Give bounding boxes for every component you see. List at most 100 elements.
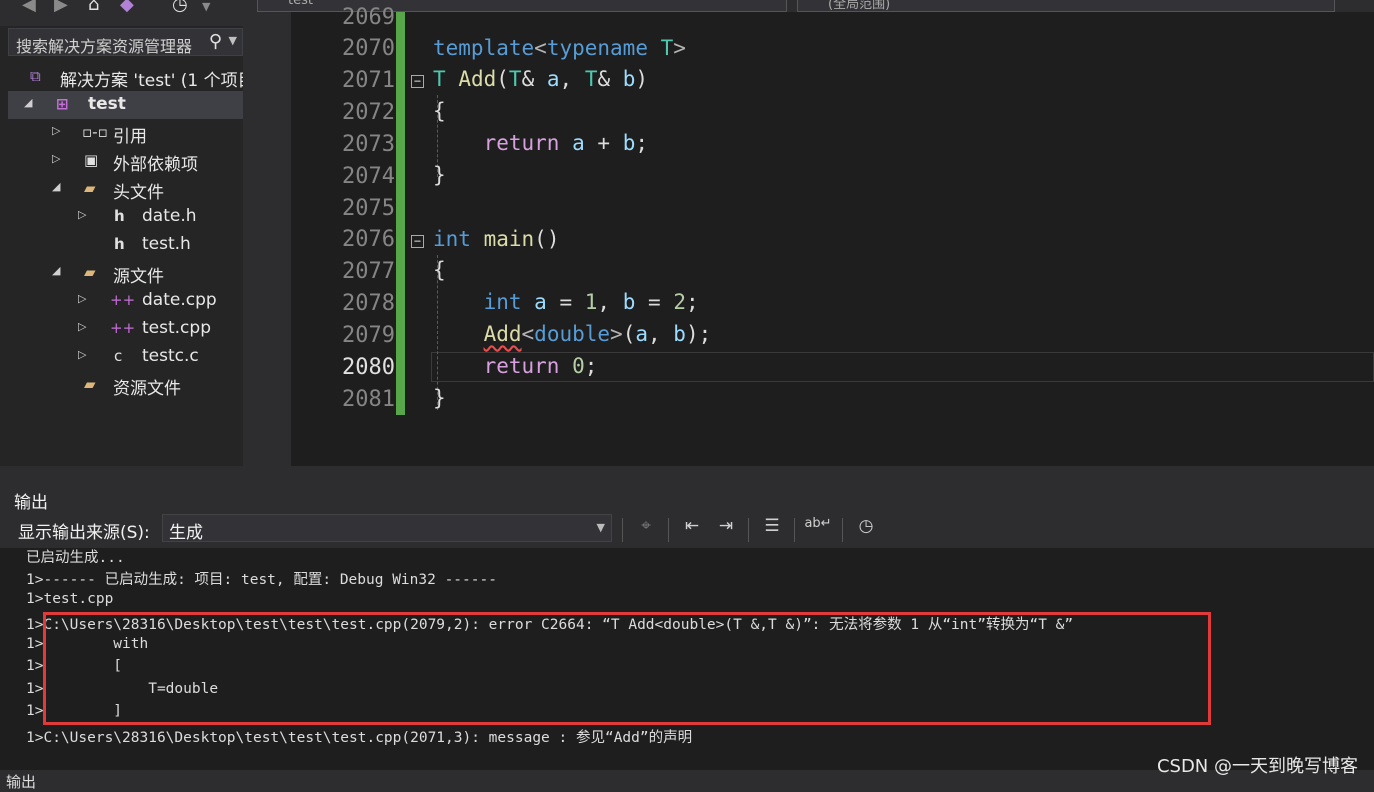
output-line: 1>C:\Users\28316\Desktop\test\test\test.… [26, 730, 693, 746]
code-line-2077: { [433, 258, 446, 282]
find-message-icon[interactable]: ⌖ [632, 516, 660, 542]
tree-item-solution[interactable]: ⧉ 解决方案 'test' (1 个项目 [8, 63, 243, 91]
collapsed-arrow-icon[interactable]: ▷ [78, 320, 86, 333]
line-numbers: 2069 2070 2071 2072 2073 2074 2075 2076 … [291, 0, 395, 466]
go-to-previous-message-icon[interactable]: ⇤ [678, 516, 706, 542]
expanded-arrow-icon[interactable]: ◢ [24, 96, 32, 109]
line-number: 2073 [342, 132, 395, 157]
output-source-select[interactable]: 生成 ▼ [162, 514, 612, 543]
panel-splitter[interactable] [0, 466, 1374, 474]
collapsed-arrow-icon[interactable]: ▷ [52, 152, 60, 165]
home-icon[interactable]: ⌂ [88, 0, 99, 15]
toolbar-divider [794, 518, 795, 542]
solution-explorer: ◀ ▶ ⌂ ◆ ◷ ▼ 搜索解决方案资源管理器 ⚲ ▼ ⧉ 解决方案 'test… [0, 0, 243, 466]
line-number: 2079 [342, 323, 395, 348]
references-icon: ▫-▫ [82, 123, 108, 141]
line-number: 2078 [342, 291, 395, 316]
tree-item-header-files[interactable]: ◢ ▰ 头文件 [8, 175, 243, 203]
output-source-value: 生成 [169, 523, 203, 543]
code-editor[interactable]: test (全局范围) 2069 2070 2071 2072 2073 207… [255, 0, 1374, 466]
cpp-file-icon: ++ [110, 319, 136, 337]
solution-search-input[interactable]: 搜索解决方案资源管理器 ⚲ ▼ [8, 28, 243, 56]
splitter[interactable] [243, 0, 255, 466]
code-line-2072: { [433, 99, 446, 123]
expanded-arrow-icon[interactable]: ◢ [52, 180, 60, 193]
toolbar-divider [842, 518, 843, 542]
code-line-2071: T Add(T& a, T& b) [433, 67, 649, 91]
tree-item-label: testc.c [142, 346, 199, 366]
error-highlight-box [43, 612, 1211, 725]
code-line-2080: return 0; [483, 354, 598, 378]
toolbar-divider [748, 518, 749, 542]
tree-item-label: test.h [142, 234, 191, 254]
forward-icon[interactable]: ▶ [54, 0, 68, 15]
line-number: 2072 [342, 100, 395, 125]
output-title-bar: 输出 [0, 474, 1374, 513]
tab-output[interactable]: 输出 [6, 771, 36, 792]
code-line-2073: return a + b; [483, 131, 648, 155]
tree-item-external-deps[interactable]: ▷ ▣ 外部依赖项 [8, 147, 243, 175]
tree-item-label: 引用 [113, 127, 147, 147]
output-line: 1>test.cpp [26, 591, 114, 607]
go-to-next-message-icon[interactable]: ⇥ [712, 516, 740, 542]
header-file-icon: h [114, 235, 125, 253]
search-placeholder: 搜索解决方案资源管理器 [16, 37, 193, 56]
collapsed-arrow-icon[interactable]: ▷ [78, 292, 86, 305]
collapsed-arrow-icon[interactable]: ▷ [78, 208, 86, 221]
tree-item-testc-c[interactable]: ▷ c testc.c [8, 343, 243, 371]
code-line-2078: int a = 1, b = 2; [483, 290, 699, 314]
tree-item-label: 外部依赖项 [113, 155, 198, 175]
chevron-down-icon[interactable]: ▼ [202, 0, 210, 13]
tree-item-label: test.cpp [142, 318, 211, 338]
chevron-down-icon[interactable]: ▼ [597, 521, 605, 534]
collapsed-arrow-icon[interactable]: ▷ [52, 124, 60, 137]
expanded-arrow-icon[interactable]: ◢ [52, 264, 60, 277]
output-line: 1>------ 已启动生成: 项目: test, 配置: Debug Win3… [26, 572, 497, 588]
tree-item-source-files[interactable]: ◢ ▰ 源文件 [8, 259, 243, 287]
tree-item-references[interactable]: ▷ ▫-▫ 引用 [8, 119, 243, 147]
solution-icon: ⧉ [30, 67, 41, 85]
code-area[interactable]: template<typename T> − T Add(T& a, T& b)… [411, 0, 1374, 466]
tree-item-label: 头文件 [113, 183, 164, 203]
line-number: 2071 [342, 68, 395, 93]
search-icon[interactable]: ⚲ [209, 31, 222, 52]
line-number: 2074 [342, 164, 395, 189]
line-number-current: 2080 [342, 355, 395, 380]
tree-item-label: 资源文件 [113, 379, 181, 399]
timestamp-clock-icon[interactable]: ◷ [852, 516, 880, 542]
folder-icon: ▰ [84, 179, 96, 197]
word-wrap-icon[interactable]: ab↵ [804, 516, 832, 542]
collapse-toggle-icon[interactable]: − [411, 75, 424, 88]
tree-item-label: 源文件 [113, 267, 164, 287]
line-number: 2075 [342, 196, 395, 221]
tree-item-label: 解决方案 'test' (1 个项目 [60, 71, 243, 91]
watermark: CSDN @一天到晚写博客 [1156, 756, 1358, 777]
line-number: 2081 [342, 387, 395, 412]
vs-switch-views-icon[interactable]: ◆ [120, 0, 134, 15]
c-file-icon: c [114, 347, 123, 365]
code-line-2074: } [433, 163, 446, 187]
project-icon: ⊞ [56, 95, 69, 113]
solution-explorer-toolbar: ◀ ▶ ⌂ ◆ ◷ ▼ [0, 0, 243, 26]
cpp-file-icon: ++ [110, 291, 136, 309]
chevron-down-icon[interactable]: ▼ [229, 34, 237, 47]
tree-item-project[interactable]: ◢ ⊞ test [8, 91, 243, 119]
tree-item-test-h[interactable]: h test.h [8, 231, 243, 259]
clear-all-icon[interactable]: ☰ [758, 516, 786, 542]
tree-item-date-h[interactable]: ▷ h date.h [8, 203, 243, 231]
output-line: 已启动生成... [26, 550, 125, 566]
collapse-toggle-icon[interactable]: − [411, 235, 424, 248]
folder-icon: ▰ [84, 263, 96, 281]
code-line-2081: } [433, 386, 446, 410]
back-icon[interactable]: ◀ [22, 0, 36, 15]
history-icon[interactable]: ◷ [172, 0, 188, 15]
code-line-2076: int main() [433, 227, 560, 251]
header-file-icon: h [114, 207, 125, 225]
tree-item-date-cpp[interactable]: ▷ ++ date.cpp [8, 287, 243, 315]
code-line-2070: template<typename T> [433, 36, 686, 60]
folder-icon: ▰ [84, 375, 96, 393]
tree-item-resource-files[interactable]: ▰ 资源文件 [8, 371, 243, 399]
tree-item-test-cpp[interactable]: ▷ ++ test.cpp [8, 315, 243, 343]
collapsed-arrow-icon[interactable]: ▷ [78, 348, 86, 361]
toolbar-divider [668, 518, 669, 542]
